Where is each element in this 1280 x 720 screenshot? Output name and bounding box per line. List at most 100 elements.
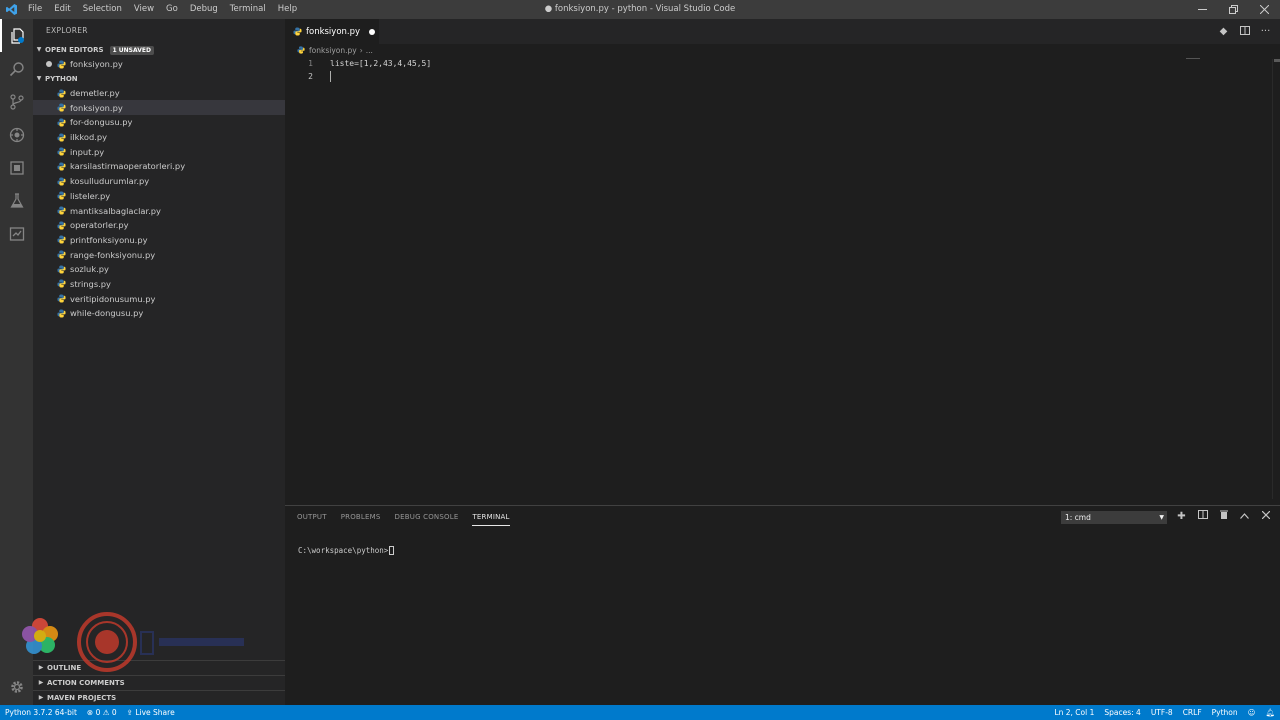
- line-number: 1: [308, 59, 313, 68]
- menu-edit[interactable]: Edit: [48, 0, 76, 19]
- python-interpreter[interactable]: Python 3.7.2 64-bit: [0, 708, 82, 717]
- error-icon: ⊗: [86, 708, 94, 717]
- open-changes-icon[interactable]: ◆: [1213, 26, 1234, 37]
- tab-problems[interactable]: PROBLEMS: [341, 509, 381, 525]
- tab-output[interactable]: OUTPUT: [297, 509, 327, 525]
- gear-icon[interactable]: [0, 670, 33, 703]
- file-tree-item[interactable]: printfonksiyonu.py: [33, 233, 285, 248]
- tab-fonksiyon[interactable]: fonksiyon.py: [285, 19, 379, 44]
- error-count: 0: [95, 708, 101, 717]
- python-file-icon: [57, 118, 66, 127]
- minimap[interactable]: [1186, 58, 1200, 59]
- file-tree-item[interactable]: sozluk.py: [33, 262, 285, 277]
- indentation[interactable]: Spaces: 4: [1099, 708, 1145, 717]
- file-tree-item[interactable]: demetler.py: [33, 86, 285, 101]
- terminal-select[interactable]: 1: cmd ▼: [1061, 511, 1167, 524]
- unsaved-dot-icon[interactable]: [46, 61, 52, 68]
- python-file-icon: [57, 221, 66, 230]
- terminal-output[interactable]: C:\workspace\python>: [298, 546, 395, 555]
- menu-terminal[interactable]: Terminal: [224, 0, 272, 19]
- file-tree-item[interactable]: operatorler.py: [33, 218, 285, 233]
- file-name: printfonksiyonu.py: [70, 234, 148, 245]
- python-file-icon: [57, 294, 66, 303]
- file-tree-item[interactable]: for-dongusu.py: [33, 115, 285, 130]
- new-terminal-icon[interactable]: ✚: [1171, 508, 1192, 526]
- file-tree: demetler.py fonksiyon.py for-dongusu.py ilk…: [33, 86, 285, 321]
- file-tree-item[interactable]: kosulludurumlar.py: [33, 174, 285, 189]
- close-icon[interactable]: [1249, 0, 1280, 19]
- maven-projects-section[interactable]: ▶ MAVEN PROJECTS: [33, 690, 285, 705]
- file-tree-item[interactable]: veritipidonusumu.py: [33, 291, 285, 306]
- open-editors-header[interactable]: ▼ OPEN EDITORS 1 UNSAVED: [33, 43, 285, 57]
- live-share-button[interactable]: ⇪ Live Share: [122, 708, 180, 717]
- file-tree-item[interactable]: listeler.py: [33, 189, 285, 204]
- tab-debug-console[interactable]: DEBUG CONSOLE: [395, 509, 459, 525]
- editor-actions: ◆ ···: [1213, 19, 1276, 44]
- chevron-right-icon: ▶: [38, 694, 44, 701]
- file-tree-item[interactable]: karsilastirmaoperatorleri.py: [33, 159, 285, 174]
- search-icon[interactable]: [0, 52, 33, 85]
- close-panel-icon[interactable]: [1255, 508, 1276, 526]
- debug-icon[interactable]: [0, 118, 33, 151]
- file-tree-item[interactable]: fonksiyon.py: [33, 100, 285, 116]
- split-terminal-icon[interactable]: [1192, 508, 1213, 526]
- file-name: range-fonksiyonu.py: [70, 249, 156, 260]
- folder-header[interactable]: ▼ PYTHON: [33, 72, 285, 86]
- open-editor-item[interactable]: fonksiyon.py: [33, 57, 285, 72]
- terminal-prompt: C:\workspace\python>: [298, 546, 389, 555]
- file-tree-item[interactable]: range-fonksiyonu.py: [33, 247, 285, 262]
- split-editor-icon[interactable]: [1234, 25, 1255, 38]
- unsaved-badge: 1 UNSAVED: [109, 45, 154, 55]
- file-tree-item[interactable]: mantiksalbaglaclar.py: [33, 203, 285, 218]
- editor-scrollbar[interactable]: [1272, 59, 1280, 499]
- python-file-icon: [57, 60, 66, 69]
- warning-count: 0: [111, 708, 117, 717]
- menu-selection[interactable]: Selection: [77, 0, 128, 19]
- problems-indicator[interactable]: ⊗ 0 ⚠ 0: [82, 708, 122, 717]
- menu-debug[interactable]: Debug: [184, 0, 224, 19]
- file-tree-item[interactable]: while-dongusu.py: [33, 306, 285, 321]
- line-number: 2: [308, 72, 313, 81]
- smiley-icon[interactable]: ☺: [1243, 708, 1261, 717]
- file-name: fonksiyon.py: [70, 102, 123, 113]
- menu-help[interactable]: Help: [272, 0, 303, 19]
- outline-section[interactable]: ▶ OUTLINE: [33, 660, 285, 675]
- language-mode[interactable]: Python: [1207, 708, 1243, 717]
- python-file-icon: [57, 309, 66, 318]
- chevron-right-icon: ▶: [38, 679, 44, 686]
- menu-view[interactable]: View: [128, 0, 160, 19]
- minimize-icon[interactable]: [1187, 0, 1218, 19]
- unsaved-dot-icon[interactable]: [369, 28, 376, 35]
- remote-icon[interactable]: [0, 217, 33, 250]
- trash-icon[interactable]: [1213, 508, 1234, 526]
- file-tree-item[interactable]: strings.py: [33, 277, 285, 292]
- menu-file[interactable]: File: [22, 0, 48, 19]
- python-file-icon: [57, 206, 66, 215]
- line-ending[interactable]: CRLF: [1178, 708, 1207, 717]
- breadcrumb-symbol[interactable]: ...: [366, 46, 373, 55]
- file-tree-item[interactable]: ilkkod.py: [33, 130, 285, 145]
- encoding[interactable]: UTF-8: [1146, 708, 1178, 717]
- terminal-cursor: [389, 546, 395, 555]
- more-actions-icon[interactable]: ···: [1255, 26, 1276, 37]
- cursor-position[interactable]: Ln 2, Col 1: [1049, 708, 1099, 717]
- extensions-icon[interactable]: [0, 151, 33, 184]
- code-line: 2: [285, 70, 330, 83]
- action-comments-section[interactable]: ▶ ACTION COMMENTS: [33, 675, 285, 690]
- folder-label: PYTHON: [45, 74, 78, 83]
- outline-label: OUTLINE: [47, 664, 82, 672]
- source-control-icon[interactable]: [0, 85, 33, 118]
- bell-icon[interactable]: 🔔︎: [1260, 708, 1280, 717]
- files-icon[interactable]: [0, 19, 33, 52]
- tab-terminal[interactable]: TERMINAL: [472, 509, 510, 526]
- bottom-panel: OUTPUT PROBLEMS DEBUG CONSOLE TERMINAL 1…: [285, 505, 1280, 705]
- file-tree-item[interactable]: input.py: [33, 144, 285, 159]
- code-editor[interactable]: 1 liste=[1,2,43,4,45,5] 2: [285, 56, 1280, 505]
- restore-icon[interactable]: [1218, 0, 1249, 19]
- breadcrumb-file[interactable]: fonksiyon.py: [309, 46, 357, 55]
- status-bar: Python 3.7.2 64-bit ⊗ 0 ⚠ 0 ⇪ Live Share…: [0, 705, 1280, 720]
- test-icon[interactable]: [0, 184, 33, 217]
- maximize-panel-icon[interactable]: [1234, 508, 1255, 526]
- menu-go[interactable]: Go: [160, 0, 184, 19]
- file-name: strings.py: [70, 278, 111, 289]
